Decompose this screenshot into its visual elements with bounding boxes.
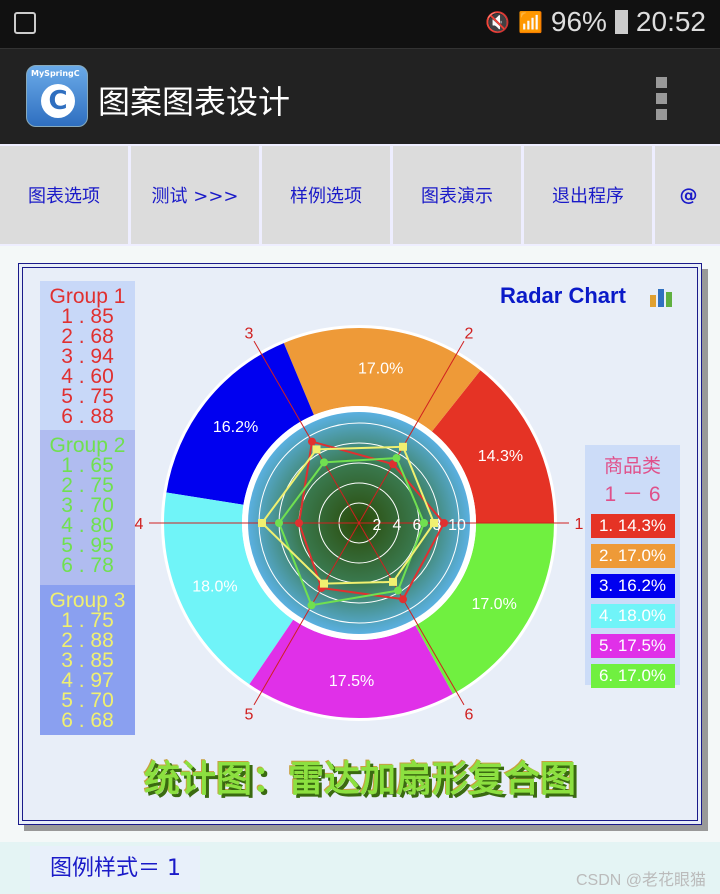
radar-point [440,519,448,527]
radar-axis-label: 4 [135,516,144,533]
radar-point [420,519,428,527]
radar-axis-label: 1 [575,516,584,533]
pie-slice-label: 16.2% [213,419,258,436]
radar-point [320,579,328,588]
pie-legend-title: 商品类 [603,455,661,477]
legend-style-label: 图例样式＝ 1 [30,846,200,892]
pie-slice-label: 14.3% [478,448,523,465]
radar-axis-label: 5 [245,707,254,724]
pie-legend-item: 6. 17.0% [590,664,675,688]
radar-point [295,519,303,527]
radar-point [392,454,401,463]
pie-slice-label: 17.0% [358,360,403,377]
radar-tick-label: 4 [393,517,402,534]
watermark: CSDN @老花眼猫 [575,872,706,889]
radar-point [394,586,402,595]
pie-legend-item: 4. 18.0% [590,604,675,628]
radar-point [389,577,397,586]
radar-point [275,519,283,527]
pie-legend-item: 2. 17.0% [590,544,675,568]
radar-point [312,445,321,454]
pie-slice-label: 18.0% [192,578,237,595]
radar-point [399,442,407,451]
pie-legend-item: 5. 17.5% [590,634,675,658]
radar-tick-label: 2 [373,517,382,534]
radar-axis-label: 2 [465,325,474,342]
radar-axis-label: 3 [245,325,254,342]
pie-slice-label: 17.5% [329,673,374,690]
radar-point [399,595,407,604]
pie-legend-item: 1. 14.3% [590,514,675,538]
pie-slice-label: 17.0% [471,596,516,613]
radar-point [307,601,316,610]
radar-point [430,519,438,527]
pie-legend: 商品类 1 － 6 1. 14.3% 2. 17.0% 3. 16.2% 4. 18.… [585,445,680,688]
radar-point [308,437,316,446]
radar-point [258,519,266,527]
radar-tick-label: 10 [448,517,466,534]
radar-point [320,458,328,467]
pie-legend-item: 3. 16.2% [590,574,675,598]
radar-axis-label: 6 [465,707,474,724]
pie-legend-subtitle: 1 － 6 [604,483,661,506]
chart-subtitle: 统计图：雷达加扇形复合图 [143,759,576,800]
